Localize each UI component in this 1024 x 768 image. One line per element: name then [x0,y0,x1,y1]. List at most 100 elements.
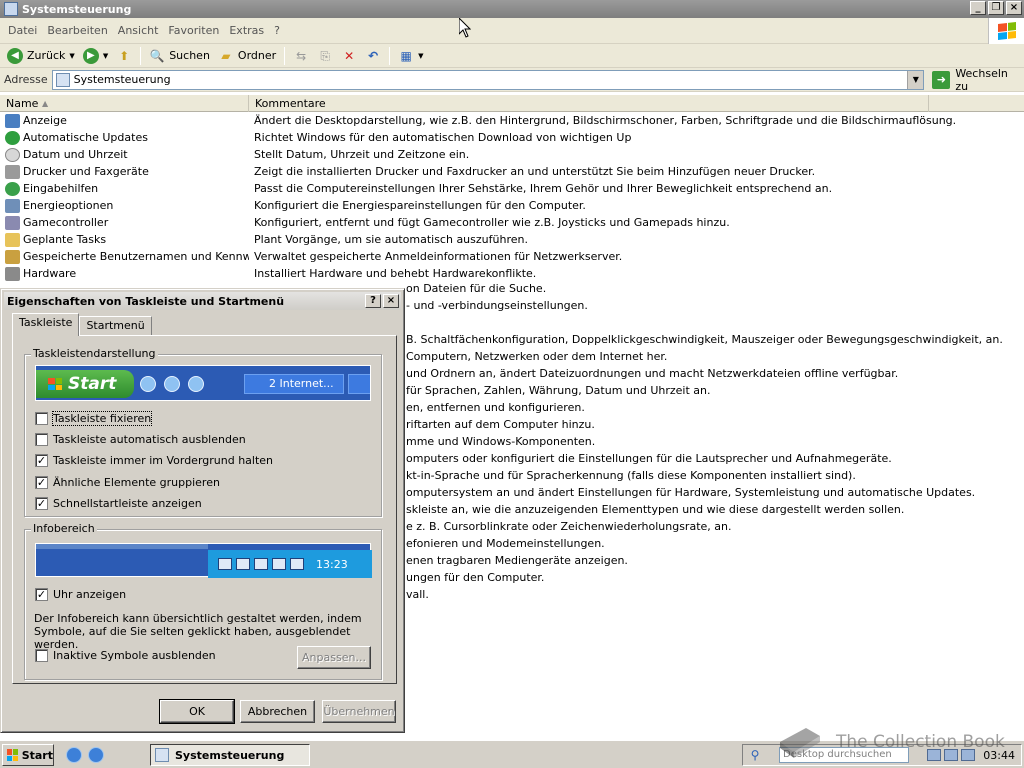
tray-icon[interactable] [961,749,975,761]
column-comment-label: Kommentare [255,97,326,110]
taskbar-clock[interactable]: 03:44 [983,749,1015,762]
address-dropdown-icon[interactable]: ▼ [907,70,924,89]
move-to-button[interactable]: ⇆ [289,45,313,67]
delete-x-icon: ✕ [344,48,355,63]
start-label: Start [21,748,53,762]
delete-button[interactable]: ✕ [337,45,361,67]
copy-to-button[interactable]: ⎘ [313,45,337,67]
menu-extras[interactable]: Extras [224,24,269,37]
option-quick-launch[interactable]: ✓ Schnellstartleiste anzeigen [35,495,202,511]
power-options-icon [5,198,20,213]
checkbox[interactable]: ✓ [35,475,48,489]
checkbox[interactable] [35,432,48,446]
option-label: Taskleiste fixieren [51,410,153,426]
tab-taskleiste[interactable]: Taskleiste [12,313,80,336]
menu-bearbeiten[interactable]: Bearbeiten [42,24,112,37]
dialog-titlebar[interactable]: Eigenschaften von Taskleiste und Startme… [4,292,401,310]
item-name: Geplante Tasks [23,233,107,246]
control-panel-icon [155,748,169,762]
list-item[interactable]: Drucker und Faxgeräte Zeigt die installie… [0,163,1024,180]
list-item[interactable]: Anzeige Ändert die Desktopdarstellung, wi… [0,112,1024,129]
search-label: Suchen [169,49,210,62]
option-lock-taskbar[interactable]: Taskleiste fixieren [35,410,153,426]
menu-ansicht[interactable]: Ansicht [113,24,164,37]
cancel-button[interactable]: Abbrechen [240,700,315,723]
tray-icon [254,558,268,570]
control-panel-icon [4,2,18,16]
preview-start-button: Start [36,370,134,398]
window-controls: _ ❐ × [970,1,1022,15]
preview-folder-icon [348,374,370,394]
taskbar-task-control-panel[interactable]: Systemsteuerung [150,744,310,766]
menu-help[interactable]: ? [269,24,285,37]
dialog-close-button[interactable]: × [383,294,399,308]
up-folder-button[interactable]: ⬆ [112,45,136,67]
media-player-icon[interactable] [66,747,82,763]
window-titlebar[interactable]: Systemsteuerung _ ❐ × [0,0,1024,18]
control-panel-icon [55,72,70,87]
option-show-clock[interactable]: ✓ Uhr anzeigen [35,586,126,602]
menu-bar: Datei Bearbeiten Ansicht Favoriten Extra… [0,18,1024,44]
go-button[interactable]: ➜ Wechseln zu [932,67,1024,93]
address-label: Adresse [4,73,48,86]
tab-startmenue[interactable]: Startmenü [79,316,152,336]
forward-button[interactable]: ▶ ▼ [79,45,112,67]
network-icon[interactable]: ⚲ [747,747,763,763]
customize-button[interactable]: Anpassen... [297,646,371,669]
list-item[interactable]: Energieoptionen Konfiguriert die Energies… [0,197,1024,214]
apply-button[interactable]: Übernehmen [322,700,396,723]
restore-button[interactable]: ❐ [988,1,1004,15]
address-field[interactable]: Systemsteuerung ▼ [51,69,925,90]
list-item[interactable]: Datum und Uhrzeit Stellt Datum, Uhrzeit u… [0,146,1024,163]
start-button[interactable]: Start [2,744,54,766]
minimize-button[interactable]: _ [970,1,986,15]
menu-favoriten[interactable]: Favoriten [163,24,224,37]
close-button[interactable]: × [1006,1,1022,15]
item-comment: Richtet Windows für den automatischen Do… [254,131,632,144]
search-button[interactable]: 🔍 Suchen [145,45,214,67]
list-item[interactable]: Gespeicherte Benutzernamen und Kennwörte… [0,248,1024,265]
checkbox[interactable]: ✓ [35,587,48,601]
windows-logo-icon [48,378,62,390]
preview-bar [36,544,208,549]
help-button[interactable]: ? [365,294,381,308]
option-group-similar[interactable]: ✓ Ähnliche Elemente gruppieren [35,474,220,490]
checkbox[interactable]: ✓ [35,453,48,467]
internet-explorer-icon[interactable] [88,747,104,763]
preview-task-button: 2 Internet... [244,374,344,394]
list-item[interactable]: Hardware Installiert Hardware und behebt … [0,265,1024,282]
checkbox[interactable] [35,648,48,662]
option-autohide[interactable]: Taskleiste automatisch ausblenden [35,431,246,447]
list-item[interactable]: Automatische Updates Richtet Windows für … [0,129,1024,146]
back-button[interactable]: ◀ Zurück ▼ [3,45,79,67]
media-icon [164,376,180,392]
forward-dropdown-icon[interactable]: ▼ [103,52,108,60]
item-comment: Stellt Datum, Uhrzeit und Zeitzone ein. [254,148,470,161]
preview-clock: 13:23 [316,557,348,571]
list-item[interactable]: Gamecontroller Konfiguriert, entfernt und… [0,214,1024,231]
dialog-tabs: Taskleiste Startmenü [12,313,152,336]
tray-icon[interactable] [944,749,958,761]
folders-button[interactable]: ▰ Ordner [214,45,280,67]
go-arrow-icon: ➜ [932,70,951,89]
back-dropdown-icon[interactable]: ▼ [69,52,74,60]
option-always-on-top[interactable]: ✓ Taskleiste immer im Vordergrund halten [35,452,273,468]
tray-icon[interactable] [927,749,941,761]
item-name: Eingabehilfen [23,182,99,195]
checkbox[interactable] [35,411,48,425]
option-hide-inactive-icons[interactable]: Inaktive Symbole ausblenden [35,647,216,663]
list-item[interactable]: Geplante Tasks Plant Vorgänge, um sie aut… [0,231,1024,248]
checkbox[interactable]: ✓ [35,496,48,510]
copy-to-icon: ⎘ [320,48,330,63]
item-comment: Passt die Computereinstellungen Ihrer Se… [254,182,833,195]
views-button[interactable]: ▦ ▼ [394,45,427,67]
undo-button[interactable]: ↶ [361,45,385,67]
option-label: Taskleiste immer im Vordergrund halten [53,453,274,467]
menu-datei[interactable]: Datei [3,24,42,37]
desktop-search-input[interactable]: Desktop durchsuchen [779,747,909,763]
column-header-comment[interactable]: Kommentare [249,95,929,112]
system-tray: ⚲ Desktop durchsuchen 03:44 [742,744,1022,766]
column-header-name[interactable]: Name ▲ [0,95,249,112]
list-item[interactable]: Eingabehilfen Passt die Computereinstellu… [0,180,1024,197]
ok-button[interactable]: OK [159,699,235,724]
